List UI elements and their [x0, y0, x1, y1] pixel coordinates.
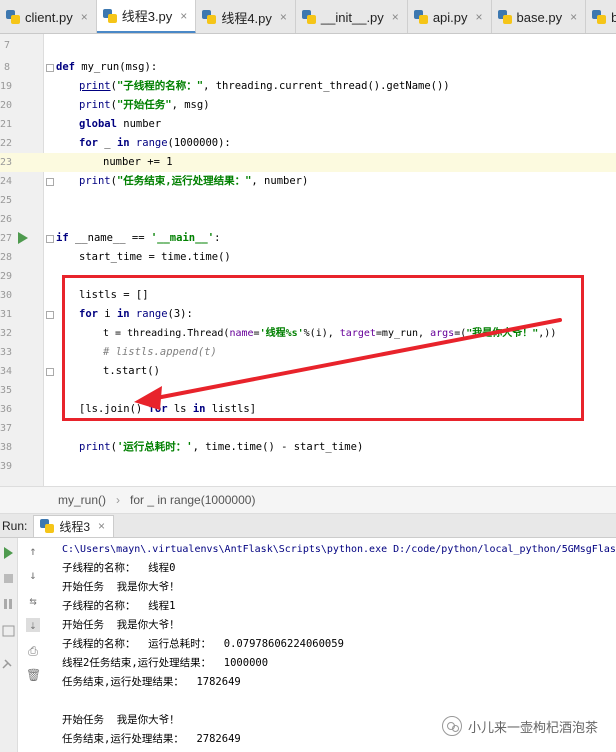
- wechat-icon: [441, 716, 462, 736]
- watermark: 小儿来一壶枸杞酒泡茶: [441, 716, 598, 736]
- print-icon[interactable]: ⎙: [26, 644, 40, 658]
- soft-wrap-icon[interactable]: ⇆: [26, 594, 40, 608]
- python-file-icon: [40, 519, 55, 533]
- run-toolbar-left: [0, 538, 18, 752]
- close-icon[interactable]: ×: [98, 519, 105, 533]
- run-toolbar: Run: 线程3 ×: [0, 514, 616, 538]
- console-line: 线程2任务结束,运行处理结果： 1000000: [62, 657, 269, 669]
- run-tab[interactable]: 线程3 ×: [33, 514, 115, 537]
- stop-icon: [4, 574, 13, 583]
- pause-icon: [4, 599, 7, 609]
- run-label: Run:: [2, 518, 28, 533]
- layout-icon: [2, 625, 15, 637]
- watermark-text: 小儿来一壶枸杞酒泡茶: [467, 720, 598, 736]
- console-line: 开始任务 我是你大爷！: [62, 714, 180, 726]
- console-line: 任务结束,运行处理结果： 1782649: [62, 676, 241, 688]
- console-line: 子线程的名称： 线程0: [62, 562, 176, 574]
- chevron-right-icon: ›: [116, 493, 121, 507]
- run-tab-label: 线程3: [59, 519, 91, 534]
- run-console[interactable]: ↑ ↓ ⇆ ⇣ ⎙ 🗑 C:\Users\mayn\.virtualenvs\A…: [0, 538, 616, 752]
- arrow-up-icon[interactable]: ↑: [26, 544, 40, 558]
- breadcrumb: my_run() › for _ in range(1000000): [0, 486, 616, 514]
- rerun-icon: [4, 547, 13, 559]
- console-line: 开始任务 我是你大爷！: [62, 619, 180, 631]
- breadcrumb-item[interactable]: for _ in range(1000000): [130, 493, 255, 507]
- pin-icon: [2, 659, 12, 669]
- trash-icon[interactable]: 🗑: [26, 668, 41, 682]
- breadcrumb-item[interactable]: my_run(): [58, 493, 106, 507]
- console-line: 任务结束,运行处理结果： 2782649: [62, 733, 241, 745]
- scroll-to-end-icon[interactable]: ⇣: [26, 618, 40, 632]
- arrow-down-icon[interactable]: ↓: [26, 568, 40, 582]
- console-line: 子线程的名称： 运行总耗时： 0.07978606224060059: [62, 638, 344, 650]
- console-line: C:\Users\mayn\.virtualenvs\AntFlask\Scri…: [62, 544, 616, 555]
- run-toolbar-right: ↑ ↓ ⇆ ⇣ ⎙ 🗑: [20, 538, 48, 752]
- console-line: 开始任务 我是你大爷！: [62, 581, 180, 593]
- console-line: 子线程的名称： 线程1: [62, 600, 176, 612]
